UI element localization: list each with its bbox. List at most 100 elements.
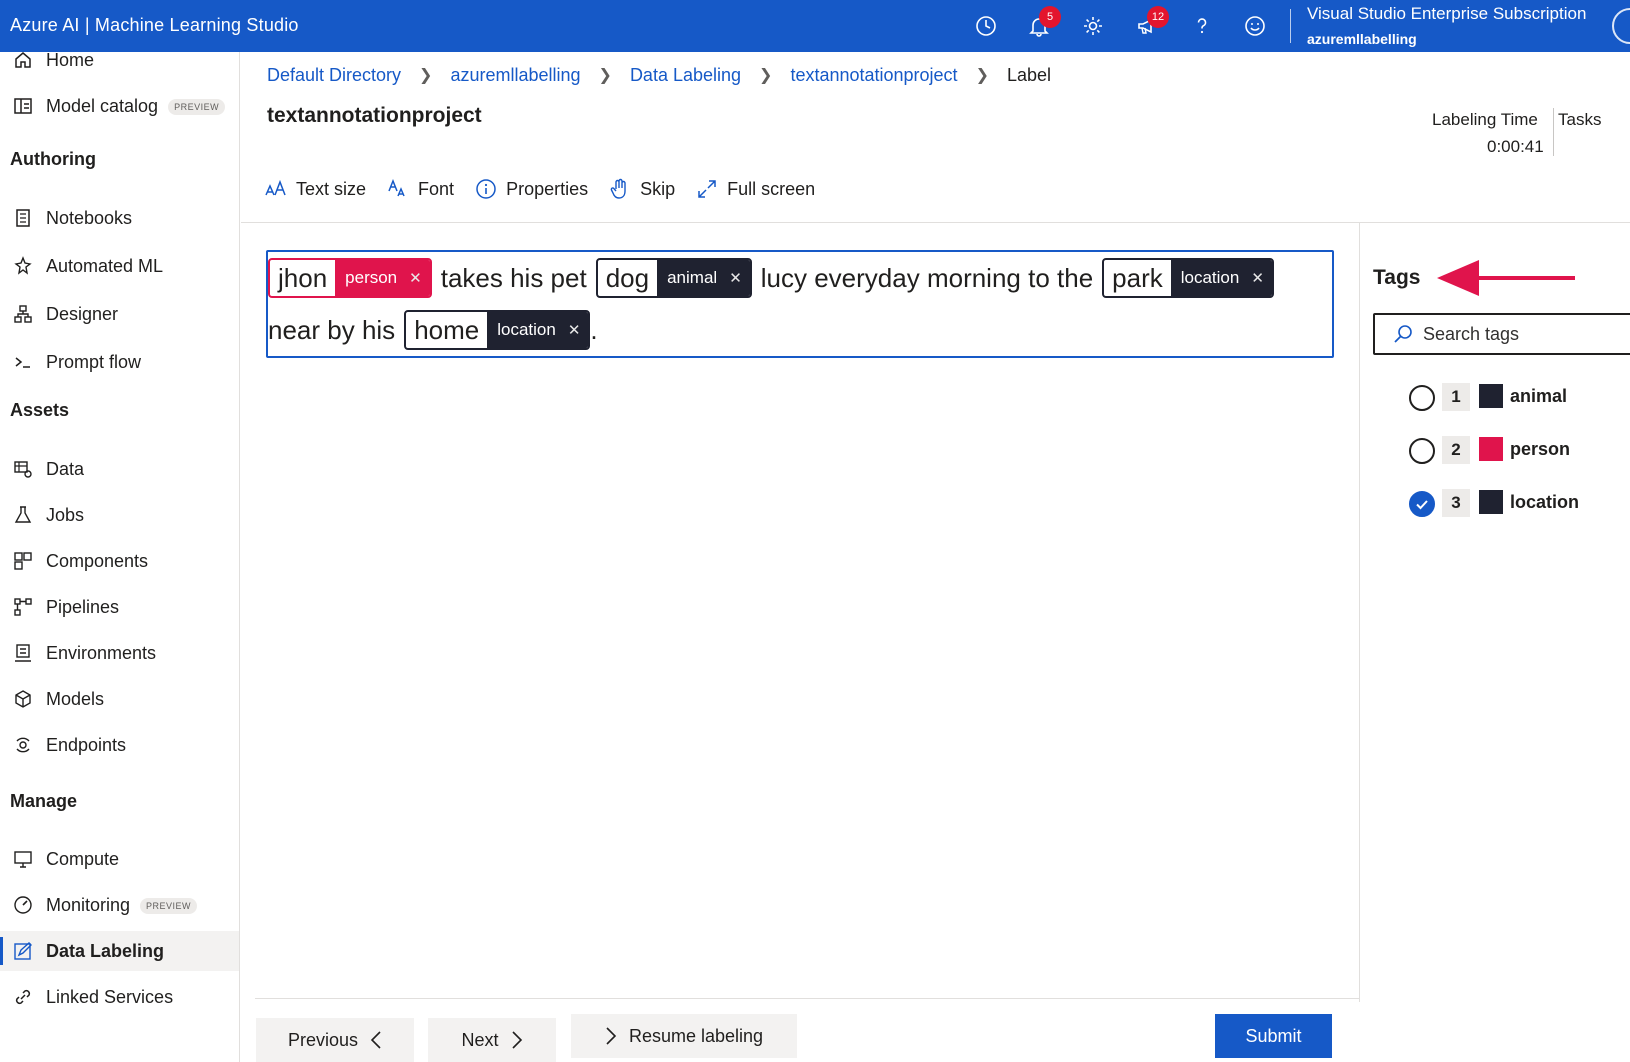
sidebar-item-data-labeling[interactable]: Data Labeling bbox=[0, 931, 239, 971]
app-title[interactable]: Azure AI | Machine Learning Studio bbox=[10, 15, 299, 36]
sidebar-item-compute[interactable]: Compute bbox=[0, 839, 239, 879]
tag-radio[interactable] bbox=[1409, 438, 1435, 464]
sidebar-item-label: Automated ML bbox=[46, 255, 164, 276]
sidebar-item-endpoints[interactable]: Endpoints bbox=[0, 725, 239, 765]
search-tags-input[interactable] bbox=[1423, 321, 1623, 347]
breadcrumb-workspace[interactable]: azuremllabelling bbox=[450, 65, 580, 86]
sidebar-item-designer[interactable]: Designer bbox=[0, 294, 239, 334]
tag-search-box[interactable] bbox=[1373, 313, 1630, 355]
prompt-flow-icon bbox=[11, 350, 35, 374]
submit-button[interactable]: Submit bbox=[1215, 1014, 1332, 1058]
history-icon[interactable] bbox=[972, 12, 1000, 40]
sidebar-item-home[interactable]: Home bbox=[0, 40, 239, 80]
remove-tag-icon[interactable]: ✕ bbox=[568, 321, 581, 339]
tag-color-swatch bbox=[1479, 490, 1503, 514]
sidebar-item-models[interactable]: Models bbox=[0, 679, 239, 719]
remove-tag-icon[interactable]: ✕ bbox=[1251, 269, 1264, 287]
full-screen-label: Full screen bbox=[727, 178, 816, 199]
tag-option-location[interactable]: 3 location bbox=[1409, 488, 1629, 520]
header-divider bbox=[1290, 9, 1291, 43]
previous-button[interactable]: Previous bbox=[256, 1018, 414, 1062]
plain-text[interactable]: . bbox=[590, 315, 597, 346]
remove-tag-icon[interactable]: ✕ bbox=[409, 269, 422, 287]
annotation-text-area[interactable]: jhon person ✕ takes his pet dog animal ✕ l… bbox=[266, 250, 1334, 358]
sidebar-item-label: Designer bbox=[46, 303, 119, 324]
entity-tag-chip: location ✕ bbox=[487, 312, 589, 348]
expand-icon bbox=[695, 177, 719, 201]
skip-button[interactable]: Skip bbox=[608, 177, 675, 201]
sidebar-item-model-catalog[interactable]: Model catalog PREVIEW bbox=[0, 86, 239, 126]
plain-text[interactable]: takes his pet bbox=[441, 263, 587, 294]
breadcrumb-project[interactable]: textannotationproject bbox=[790, 65, 957, 86]
font-icon bbox=[386, 177, 410, 201]
plain-text[interactable]: near by his bbox=[268, 315, 395, 346]
endpoints-icon bbox=[11, 733, 35, 757]
chevron-right-icon bbox=[511, 1030, 523, 1050]
profile-avatar[interactable] bbox=[1612, 8, 1630, 44]
sidebar-item-components[interactable]: Components bbox=[0, 541, 239, 581]
annotation-arrow-icon bbox=[1437, 260, 1575, 296]
sidebar-item-notebooks[interactable]: Notebooks bbox=[0, 198, 239, 238]
preview-badge: PREVIEW bbox=[140, 897, 198, 914]
pipelines-icon bbox=[11, 595, 35, 619]
entity-span[interactable]: home location ✕ bbox=[404, 310, 591, 350]
text-size-button[interactable]: Text size bbox=[264, 177, 366, 201]
settings-gear-icon[interactable] bbox=[1079, 12, 1107, 40]
info-icon bbox=[474, 177, 498, 201]
hand-icon bbox=[608, 177, 632, 201]
sidebar-item-prompt-flow[interactable]: Prompt flow bbox=[0, 342, 239, 382]
tag-name: location bbox=[1510, 492, 1580, 512]
entity-span[interactable]: dog animal ✕ bbox=[595, 258, 752, 298]
font-button[interactable]: Font bbox=[386, 177, 454, 201]
notifications-badge: 5 bbox=[1039, 6, 1061, 28]
feedback-megaphone-icon[interactable]: 12 bbox=[1133, 6, 1169, 40]
help-icon[interactable] bbox=[1188, 12, 1216, 40]
feedback-badge: 12 bbox=[1147, 6, 1169, 28]
sidebar-item-label: Compute bbox=[46, 848, 120, 869]
sidebar-item-label: Prompt flow bbox=[46, 351, 142, 372]
chevron-left-icon bbox=[370, 1030, 382, 1050]
tag-hotkey: 2 bbox=[1442, 436, 1470, 464]
entity-tag-label: location bbox=[1180, 268, 1240, 287]
next-button[interactable]: Next bbox=[428, 1018, 556, 1062]
sidebar-item-label: Home bbox=[46, 49, 95, 70]
entity-tag-chip: location ✕ bbox=[1170, 260, 1272, 296]
tag-radio[interactable] bbox=[1409, 385, 1435, 411]
sidebar-item-automated-ml[interactable]: Automated ML bbox=[0, 246, 239, 286]
breadcrumb-data-labeling[interactable]: Data Labeling bbox=[630, 65, 741, 86]
entity-word: park bbox=[1112, 262, 1163, 293]
account-name[interactable]: azuremllabelling bbox=[1307, 31, 1417, 47]
text-size-label: Text size bbox=[296, 178, 367, 199]
tag-name: animal bbox=[1510, 386, 1568, 406]
sidebar-item-linked-services[interactable]: Linked Services bbox=[0, 977, 239, 1017]
full-screen-button[interactable]: Full screen bbox=[695, 177, 815, 201]
tags-panel-title: Tags bbox=[1373, 266, 1421, 289]
smiley-feedback-icon[interactable] bbox=[1241, 12, 1269, 40]
remove-tag-icon[interactable]: ✕ bbox=[729, 269, 742, 287]
chevron-right-icon: ❯ bbox=[975, 67, 989, 84]
sidebar-item-pipelines[interactable]: Pipelines bbox=[0, 587, 239, 627]
previous-label: Previous bbox=[287, 1029, 359, 1050]
properties-button[interactable]: Properties bbox=[474, 177, 588, 201]
font-label: Font bbox=[418, 178, 455, 199]
entity-span[interactable]: park location ✕ bbox=[1102, 258, 1274, 298]
subscription-name[interactable]: Visual Studio Enterprise Subscription bbox=[1307, 4, 1586, 24]
home-icon bbox=[11, 48, 35, 72]
environments-icon bbox=[11, 641, 35, 665]
breadcrumb-default-directory[interactable]: Default Directory bbox=[267, 65, 401, 86]
entity-span[interactable]: jhon person ✕ bbox=[268, 258, 432, 298]
sidebar-item-jobs[interactable]: Jobs bbox=[0, 495, 239, 535]
notifications-bell-icon[interactable]: 5 bbox=[1025, 6, 1061, 40]
sidebar-item-monitoring[interactable]: Monitoring PREVIEW bbox=[0, 885, 239, 925]
tag-option-person[interactable]: 2 person bbox=[1409, 435, 1629, 467]
resume-labeling-label: Resume labeling bbox=[628, 1025, 764, 1046]
entity-tag-chip: animal ✕ bbox=[657, 260, 750, 296]
sidebar-item-data[interactable]: Data bbox=[0, 449, 239, 489]
sidebar-item-environments[interactable]: Environments bbox=[0, 633, 239, 673]
plain-text[interactable]: lucy everyday morning to the bbox=[761, 263, 1093, 294]
tag-radio-checked[interactable] bbox=[1409, 491, 1435, 517]
tag-option-animal[interactable]: 1 animal bbox=[1409, 382, 1629, 414]
stat-divider bbox=[1553, 108, 1554, 156]
resume-labeling-button[interactable]: Resume labeling bbox=[571, 1014, 797, 1058]
content-divider bbox=[241, 222, 1630, 223]
